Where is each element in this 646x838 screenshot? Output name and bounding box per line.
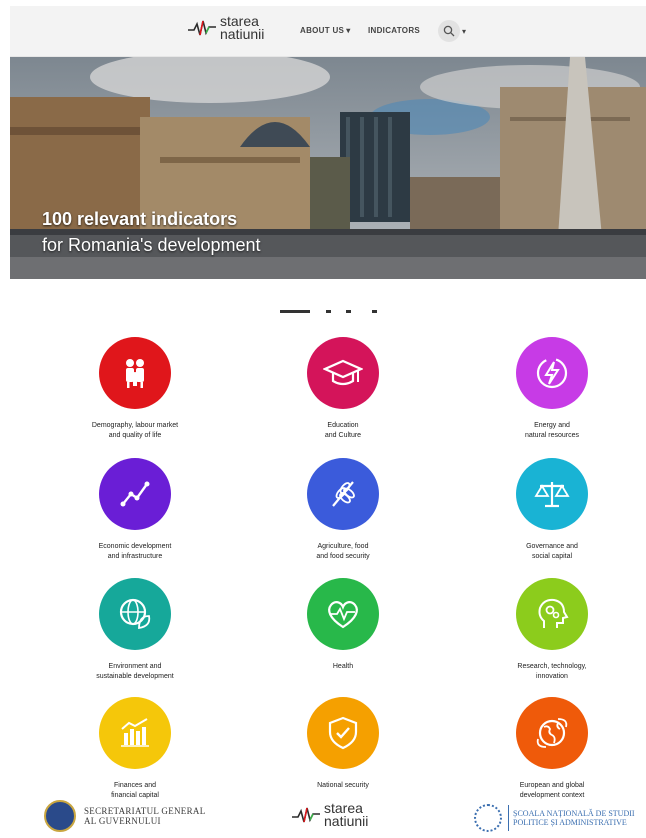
search-button[interactable] (438, 20, 460, 42)
category-label-line1: Environment and (108, 663, 162, 670)
category-label-line1: Agriculture, food (317, 543, 369, 550)
search-chevron-down-icon[interactable]: ▾ (462, 27, 466, 36)
snspa-line1: ȘCOALA NAȚIONALĂ DE STUDII (513, 809, 635, 818)
category-education[interactable]: Education and Culture (258, 337, 428, 441)
footer-logo-line2: natiunii (324, 813, 369, 829)
category-label-line1: European and global (519, 782, 585, 789)
category-label-line2: and infrastructure (107, 553, 163, 560)
romania-seal-icon (44, 800, 76, 832)
nav-about-us[interactable]: ABOUT US ▾ (300, 26, 351, 35)
snspa-divider (508, 805, 509, 831)
category-label-line2: sustainable development (96, 673, 174, 680)
category-agriculture[interactable]: Agriculture, food and food security (258, 458, 428, 562)
snspa-line2: POLITICE ȘI ADMINISTRATIVE (513, 818, 627, 827)
snspa-logo[interactable]: ȘCOALA NAȚIONALĂ DE STUDII POLITICE ȘI A… (474, 804, 635, 832)
nav-indicators[interactable]: INDICATORS (368, 26, 420, 35)
hero-banner: 100 relevant indicators for Romania's de… (10, 57, 646, 279)
category-finances[interactable]: Finances and financial capital (50, 697, 220, 801)
category-environment[interactable]: Environment and sustainable development (50, 578, 220, 682)
category-security[interactable]: National security (258, 697, 428, 791)
nav-about-label: ABOUT US (300, 26, 345, 35)
category-label-line2: innovation (536, 673, 568, 680)
pulse-logo-icon (188, 20, 216, 36)
energy-icon (516, 337, 588, 409)
category-economic[interactable]: Economic development and infrastructure (50, 458, 220, 562)
category-label-line1: Demography, labour market (91, 422, 179, 429)
footer-starea-natiunii-logo[interactable]: starea natiunii (292, 801, 369, 829)
search-icon (443, 25, 455, 37)
section-heading-fragment (280, 310, 310, 313)
category-label-line2: and Culture (324, 432, 362, 439)
sgg-logo[interactable]: SECRETARIATUL GENERAL AL GUVERNULUI (44, 800, 206, 832)
category-demography[interactable]: Demography, labour market and quality of … (50, 337, 220, 441)
heart-pulse-icon (307, 578, 379, 650)
category-label-line1: Governance and (526, 543, 578, 550)
category-label-line1: Finances and (113, 782, 157, 789)
category-global[interactable]: European and global development context (467, 697, 637, 801)
snspa-emblem-icon (474, 804, 502, 832)
category-label-line1: Health (332, 663, 354, 670)
scales-icon (516, 458, 588, 530)
category-label-line1: Education (327, 422, 359, 429)
category-label-line1: National security (317, 782, 369, 789)
starea-natiunii-logo[interactable]: starea natiunii (188, 14, 265, 42)
logo-line2: natiunii (220, 26, 265, 42)
category-governance[interactable]: Governance and social capital (467, 458, 637, 562)
graduation-cap-icon (307, 337, 379, 409)
wheat-icon (307, 458, 379, 530)
nav-indicators-label: INDICATORS (368, 26, 421, 35)
sgg-line2: AL GUVERNULUI (84, 816, 161, 826)
globe-icon (516, 697, 588, 769)
section-heading-fragment-2 (326, 310, 331, 313)
category-label-line1: Energy and (534, 422, 570, 429)
category-label-line1: Economic development (98, 543, 172, 550)
category-label-line2: and quality of life (108, 432, 162, 439)
category-research[interactable]: Research, technology, innovation (467, 578, 637, 682)
hero-title: 100 relevant indicators (42, 209, 238, 229)
finance-chart-icon (99, 697, 171, 769)
category-label-line1: Research, technology, (517, 663, 587, 670)
category-energy[interactable]: Energy and natural resources (467, 337, 637, 441)
category-label-line2: and food security (316, 553, 370, 560)
shield-check-icon (307, 697, 379, 769)
globe-leaf-icon (99, 578, 171, 650)
footer: SECRETARIATUL GENERAL AL GUVERNULUI star… (0, 796, 646, 838)
pulse-logo-icon (292, 807, 320, 823)
section-heading-fragment-3 (346, 310, 351, 313)
category-label-line2: natural resources (524, 432, 580, 439)
sgg-line1: SECRETARIATUL GENERAL (84, 806, 206, 816)
site-header: starea natiunii ABOUT US ▾ INDICATORS ▾ (10, 6, 646, 57)
section-heading-fragment-4 (372, 310, 377, 313)
family-icon (99, 337, 171, 409)
growth-chart-icon (99, 458, 171, 530)
brain-gears-icon (516, 578, 588, 650)
category-label-line2: social capital (531, 553, 573, 560)
chevron-down-icon: ▾ (346, 26, 351, 35)
hero-subtitle: for Romania's development (42, 235, 261, 255)
category-health[interactable]: Health (258, 578, 428, 672)
